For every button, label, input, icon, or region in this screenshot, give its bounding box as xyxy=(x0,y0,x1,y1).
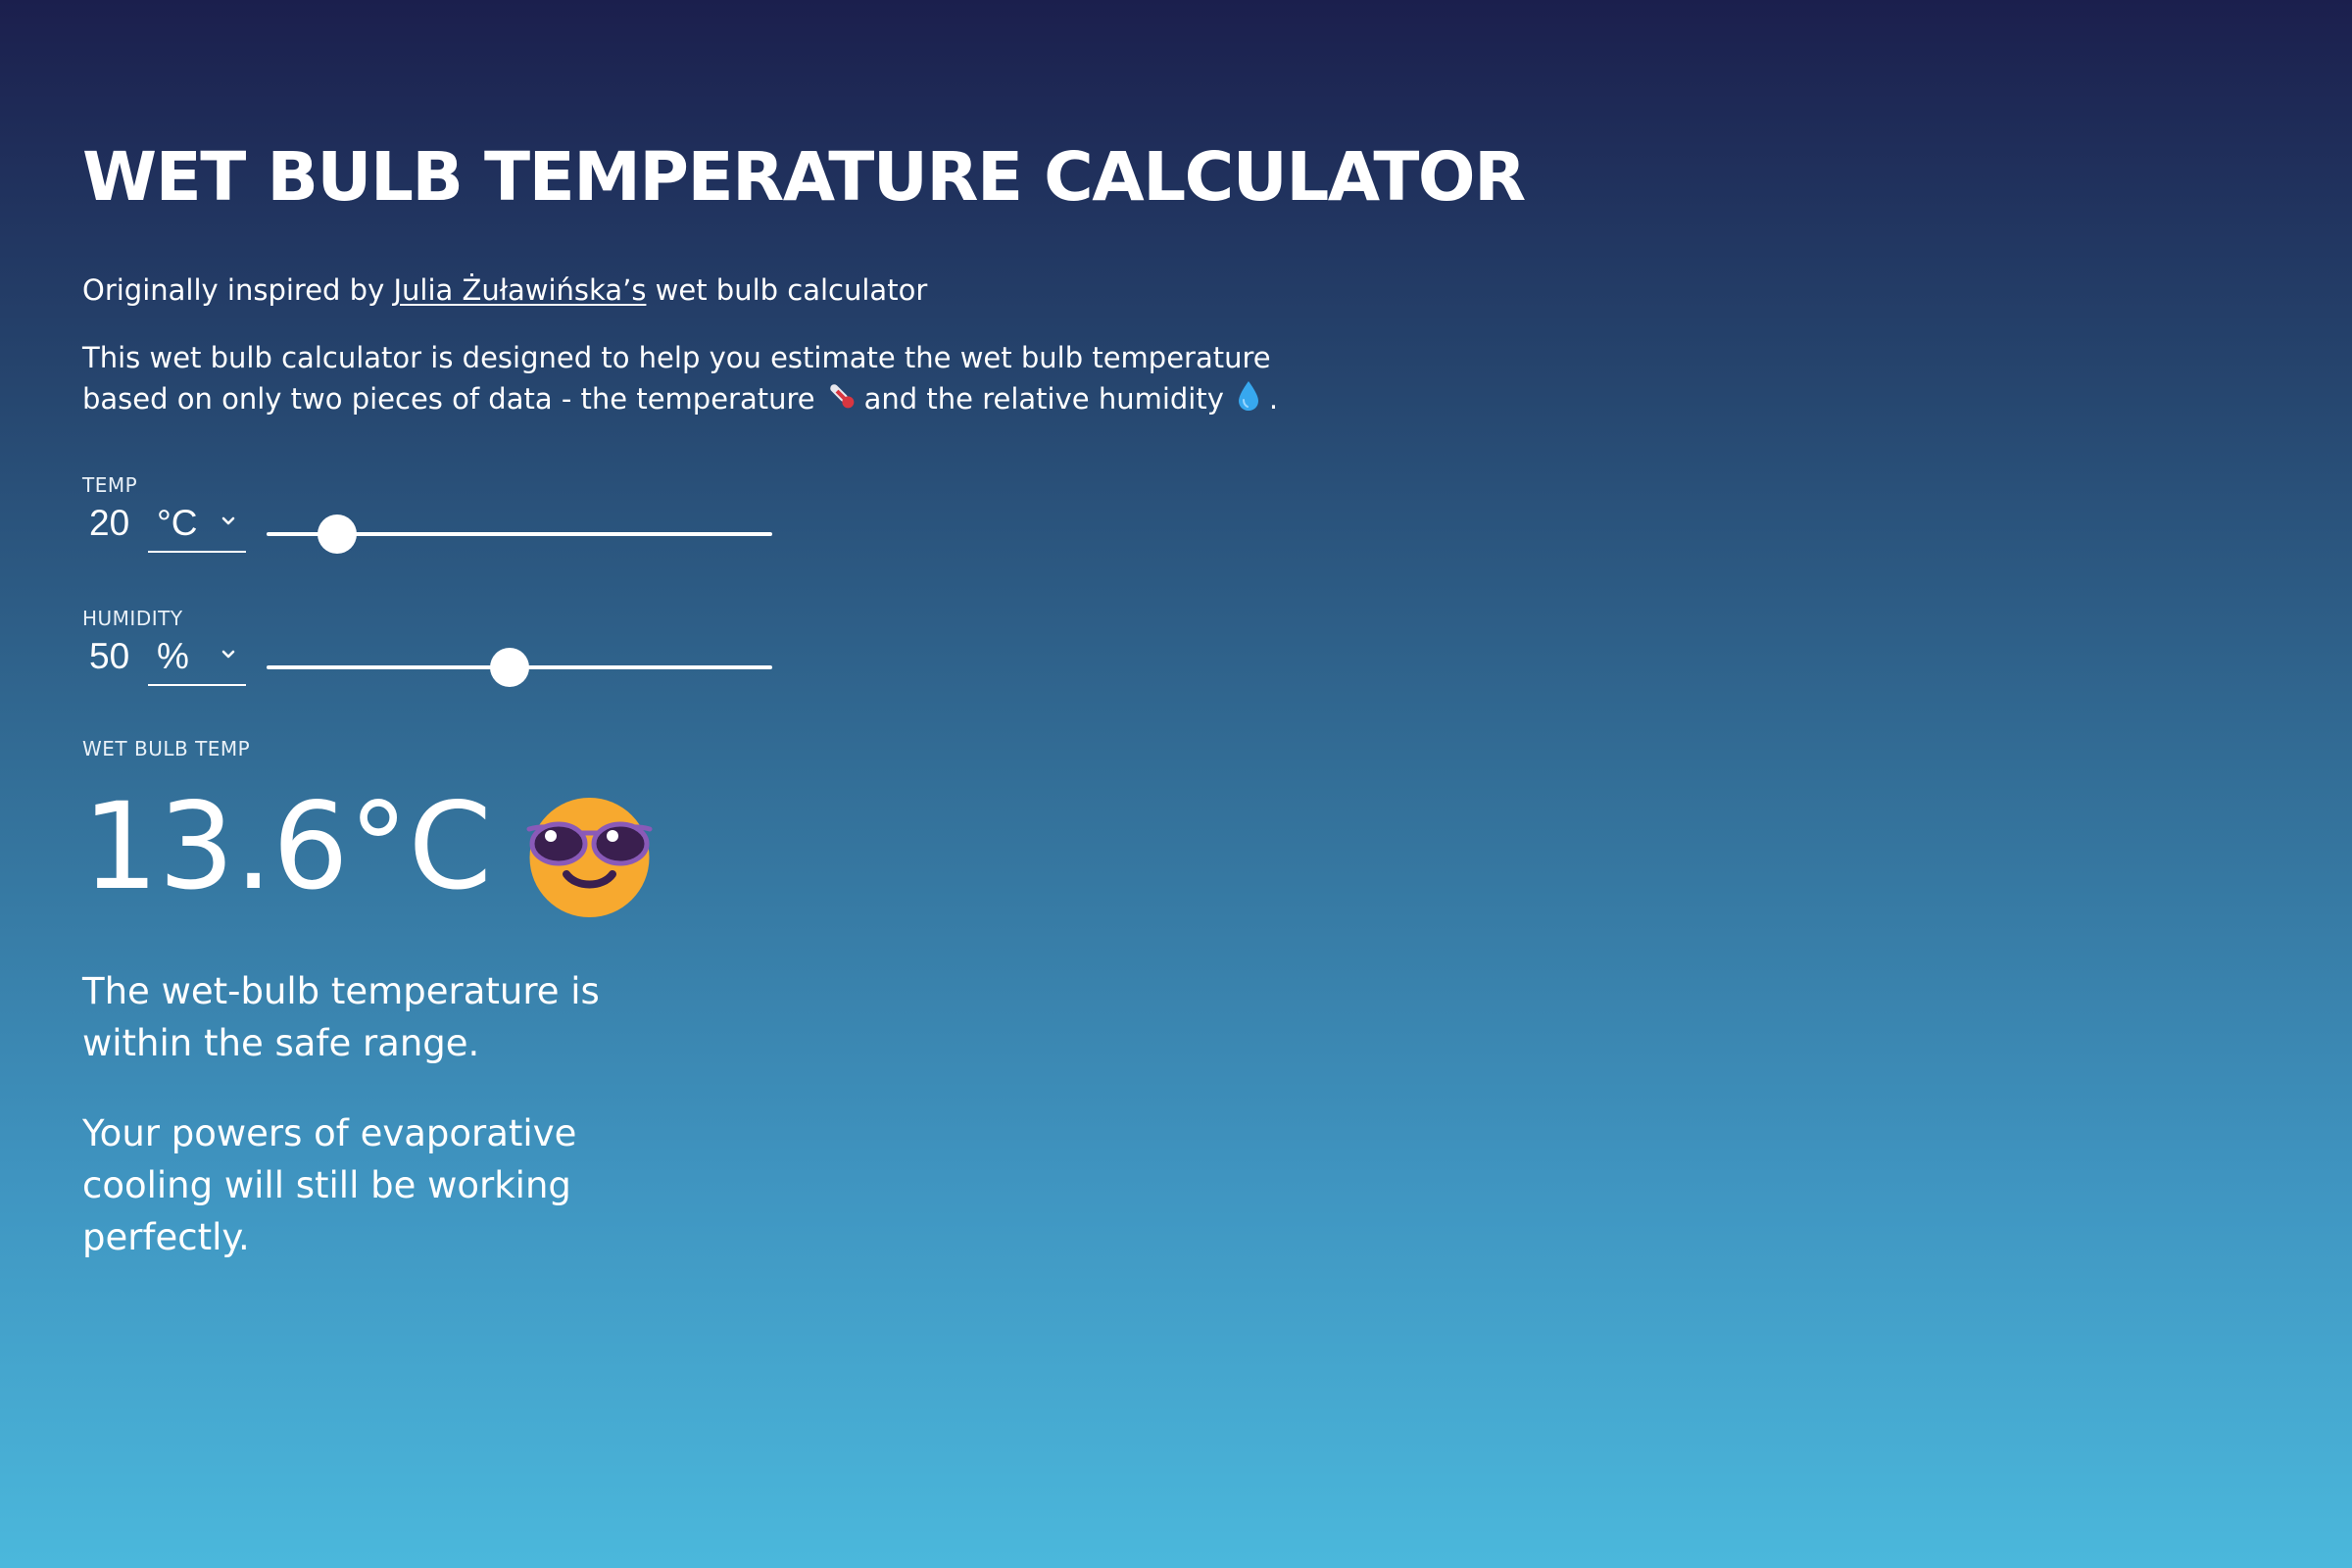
humidity-unit-select[interactable]: % xyxy=(148,629,246,686)
intro-line-2-mid: and the relative humidity xyxy=(863,382,1224,416)
credit-line: Originally inspired by Julia Żuławińska’… xyxy=(82,271,927,309)
evaporative-cooling-message: Your powers of evaporative cooling will … xyxy=(82,1112,577,1258)
temp-unit-select[interactable]: °C xyxy=(148,496,246,553)
temp-slider[interactable] xyxy=(267,514,772,554)
wet-bulb-result: 13.6°C xyxy=(82,777,492,916)
humidity-label: HUMIDITY xyxy=(82,607,183,630)
safe-range-message: The wet-bulb temperature is within the s… xyxy=(82,970,600,1064)
intro-line-2-start: based on only two pieces of data - the t… xyxy=(82,382,815,416)
thermometer-icon xyxy=(825,379,858,423)
humidity-slider-thumb[interactable] xyxy=(489,648,529,687)
temp-slider-thumb[interactable] xyxy=(318,514,358,554)
result-label: WET BULB TEMP xyxy=(82,737,251,760)
temp-label: TEMP xyxy=(82,473,138,497)
chevron-down-icon xyxy=(221,516,235,525)
intro-line-1: This wet bulb calculator is designed to … xyxy=(82,341,1271,374)
intro-paragraph: This wet bulb calculator is designed to … xyxy=(82,337,1307,423)
temp-row: 20 °C xyxy=(82,496,788,559)
humidity-row: 50 % xyxy=(82,629,788,692)
page-title: WET BULB TEMPERATURE CALCULATOR xyxy=(82,138,1526,217)
temp-value: 20 xyxy=(89,503,130,543)
droplet-icon xyxy=(1234,379,1263,423)
intro-line-2-end: . xyxy=(1268,382,1279,416)
chevron-down-icon xyxy=(221,650,235,659)
credit-link[interactable]: Julia Żuławińska’s xyxy=(393,273,646,307)
humidity-value: 50 xyxy=(89,636,130,676)
credit-suffix: wet bulb calculator xyxy=(646,273,928,307)
credit-prefix: Originally inspired by xyxy=(82,273,394,307)
humidity-slider[interactable] xyxy=(267,648,772,687)
sunglasses-smiley-icon xyxy=(526,798,653,917)
temp-unit-value: °C xyxy=(157,503,198,543)
humidity-unit-value: % xyxy=(157,636,189,676)
